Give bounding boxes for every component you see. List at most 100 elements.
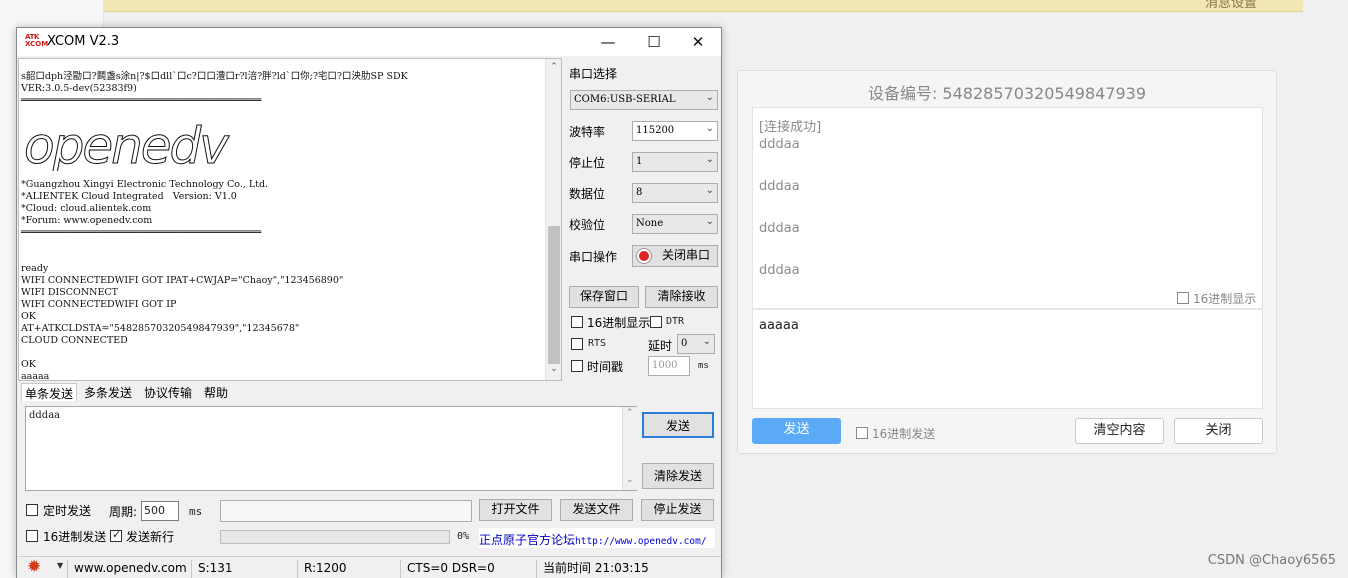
file-path-input[interactable]	[220, 500, 472, 522]
tab-multi-send[interactable]: 多条发送	[81, 383, 135, 401]
atk-logo-icon: ATK XCOM	[25, 33, 49, 48]
tab-single-send[interactable]: 单条发送	[21, 383, 78, 401]
send-newline-checkbox[interactable]	[110, 528, 122, 542]
period-label: 周期:	[109, 505, 138, 519]
message-log[interactable]: [连接成功] dddaa dddaa dddaa dddaa 16进制显示	[752, 107, 1263, 309]
hex-display-checkbox[interactable]	[1177, 292, 1189, 304]
message-input-text: aaaaa	[759, 318, 799, 333]
hex-display-label: 16进制显示	[587, 316, 651, 330]
chevron-down-icon: ⌄	[705, 185, 714, 196]
baud-select[interactable]: 115200 ⌄	[632, 121, 718, 141]
baud-label: 波特率	[569, 125, 606, 139]
scroll-up-icon[interactable]: ⌃	[626, 408, 634, 418]
send-text: dddaa	[29, 410, 61, 421]
tab-protocol[interactable]: 协议传输	[141, 383, 195, 401]
send-progress-bar	[220, 530, 450, 544]
log-line: dddaa	[759, 221, 800, 236]
status-bar: ✹ ▼ www.openedv.com S:131 R:1200 CTS=0 D…	[17, 556, 721, 578]
delay-select[interactable]: 0 ⌄	[677, 334, 715, 354]
delay-label: 延时	[648, 339, 673, 353]
scroll-thumb[interactable]	[548, 226, 560, 364]
timestamp-input[interactable]: 1000	[648, 356, 690, 376]
dropdown-arrow-icon[interactable]: ▼	[57, 561, 63, 570]
timestamp-label: 时间戳	[587, 360, 624, 374]
status-sent-count: S:131	[191, 560, 297, 578]
log-line: [连接成功]	[759, 120, 822, 135]
dialog-title: 设备编号: 54828570320549847939	[867, 84, 1147, 103]
receive-scrollbar[interactable]: ⌃ ⌄	[545, 59, 561, 380]
hex-display-label: 16进制显示	[1193, 292, 1257, 306]
hex-send-checkbox[interactable]	[26, 530, 38, 542]
progress-text: 0%	[457, 531, 470, 542]
background-notice-bar: 消息设置	[104, 0, 1303, 12]
svg-text:openedv: openedv	[24, 123, 230, 171]
send-button[interactable]: 发送	[642, 412, 714, 438]
maximize-button[interactable]: ☐	[631, 28, 677, 56]
forum-link[interactable]: 正点原子官方论坛http://www.openedv.com/	[479, 528, 715, 548]
clear-content-button[interactable]: 清空内容	[1075, 418, 1164, 444]
window-title: XCOM V2.3	[47, 34, 120, 49]
log-line: dddaa	[759, 137, 800, 152]
databits-label: 数据位	[569, 187, 606, 201]
clear-send-button[interactable]: 清除发送	[642, 463, 714, 489]
chevron-down-icon: ⌄	[705, 216, 714, 227]
title-bar[interactable]: ATK XCOM XCOM V2.3 — ☐ ✕	[17, 28, 721, 56]
port-select[interactable]: COM6:USB-SERIAL ⌄	[570, 90, 718, 110]
send-scrollbar[interactable]: ⌃ ⌄	[622, 407, 637, 490]
dialog-send-button[interactable]: 发送	[752, 418, 841, 444]
message-input[interactable]: aaaaa	[752, 309, 1263, 409]
hex-send-label: 16进制发送	[872, 427, 936, 441]
receive-area[interactable]: s韶口dph泾勖口?鬭盏s涂n|?$口dll`口c?口口澧口r?l涪?胖?ld`…	[18, 58, 562, 381]
chevron-down-icon: ⌄	[702, 336, 711, 347]
hex-send-checkbox[interactable]	[856, 427, 868, 439]
tab-help[interactable]: 帮助	[201, 383, 231, 401]
send-file-button[interactable]: 发送文件	[560, 499, 633, 521]
stop-send-button[interactable]: 停止发送	[641, 499, 714, 521]
forum-link-text: 正点原子官方论坛	[479, 533, 576, 547]
scroll-down-icon[interactable]: ⌄	[549, 364, 559, 374]
device-dialog: 设备编号: 54828570320549847939 [连接成功] dddaa …	[737, 70, 1277, 454]
receive-text: s韶口dph泾勖口?鬭盏s涂n|?$口dll`口c?口口澧口r?l涪?胖?ld`…	[21, 71, 408, 381]
xcom-window: ATK XCOM XCOM V2.3 — ☐ ✕ s韶口dph泾勖口?鬭盏s涂n…	[16, 27, 722, 578]
minimize-button[interactable]: —	[585, 28, 631, 56]
scroll-down-icon[interactable]: ⌄	[626, 475, 634, 485]
chevron-down-icon: ⌄	[705, 92, 714, 103]
status-signals: CTS=0 DSR=0 DCD=0	[400, 560, 536, 578]
timestamp-checkbox[interactable]	[571, 360, 583, 372]
timed-send-label: 定时发送	[43, 504, 92, 518]
period-input[interactable]: 500	[141, 501, 179, 521]
log-line: dddaa	[759, 263, 800, 278]
dialog-close-button[interactable]: 关闭	[1174, 418, 1263, 444]
timed-send-checkbox[interactable]	[26, 504, 38, 516]
open-file-button[interactable]: 打开文件	[479, 499, 552, 521]
log-line: dddaa	[759, 179, 800, 194]
close-window-button[interactable]: ✕	[675, 28, 721, 56]
parity-label: 校验位	[569, 218, 606, 232]
notice-text: 消息设置	[1204, 0, 1257, 11]
close-port-button[interactable]: 关闭串口	[632, 245, 718, 267]
stopbits-select[interactable]: 1 ⌄	[632, 152, 718, 172]
dtr-label: DTR	[666, 316, 685, 327]
status-url: www.openedv.com	[67, 560, 191, 578]
dtr-checkbox[interactable]	[650, 316, 662, 328]
parity-select[interactable]: None ⌄	[632, 214, 718, 234]
timestamp-unit: ms	[698, 361, 709, 371]
save-window-button[interactable]: 保存窗口	[569, 286, 639, 308]
port-status-icon	[637, 249, 651, 263]
send-input[interactable]: dddaa ⌃ ⌄	[25, 406, 637, 491]
scroll-up-icon[interactable]: ⌃	[549, 62, 559, 72]
gear-icon[interactable]: ✹	[27, 557, 41, 577]
hex-display-checkbox[interactable]	[571, 316, 583, 328]
hex-send-label: 16进制发送	[43, 530, 107, 544]
clear-receive-button[interactable]: 清除接收	[645, 286, 718, 308]
rts-checkbox[interactable]	[571, 338, 583, 350]
port-select-label: 串口选择	[569, 67, 618, 81]
period-unit: ms	[189, 505, 203, 518]
watermark: CSDN @Chaoy6565	[1207, 553, 1336, 568]
openedv-ascii-logo: openedv	[24, 123, 233, 171]
chevron-down-icon: ⌄	[705, 123, 714, 134]
chevron-down-icon: ⌄	[705, 154, 714, 165]
databits-select[interactable]: 8 ⌄	[632, 183, 718, 203]
port-op-label: 串口操作	[569, 250, 618, 264]
stopbits-label: 停止位	[569, 156, 606, 170]
